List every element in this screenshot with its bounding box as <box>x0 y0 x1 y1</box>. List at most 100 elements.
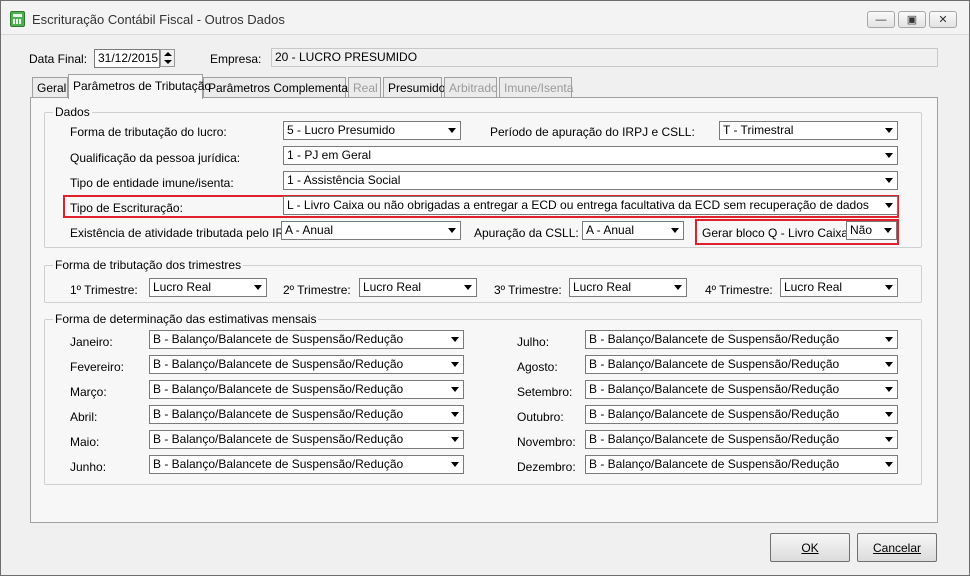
dropdown-arrow-icon <box>881 331 897 348</box>
month-label-abril: Abril: <box>70 410 98 424</box>
tab-label: Geral <box>37 81 67 95</box>
month-select-agosto[interactable]: B - Balanço/Balancete de Suspensão/Reduç… <box>585 355 898 374</box>
tab-arbitrado: Arbitrado <box>444 77 498 98</box>
month-select-janeiro[interactable]: B - Balanço/Balancete de Suspensão/Reduç… <box>149 330 464 349</box>
month-select-abril[interactable]: B - Balanço/Balancete de Suspensão/Reduç… <box>149 405 464 424</box>
month-value: B - Balanço/Balancete de Suspensão/Reduç… <box>589 332 840 346</box>
tab-presumido[interactable]: Presumido <box>383 77 446 98</box>
minimize-button[interactable]: — <box>867 11 895 28</box>
qualificacao-value: 1 - PJ em Geral <box>287 148 372 162</box>
dados-group-title: Dados <box>53 105 92 119</box>
tab-label: Imune/Isenta <box>504 81 574 95</box>
tab-label: Parâmetros Complementares <box>208 81 365 95</box>
month-select-setembro[interactable]: B - Balanço/Balancete de Suspensão/Reduç… <box>585 380 898 399</box>
month-label-junho: Junho: <box>70 460 107 474</box>
trimestre-2-value: Lucro Real <box>363 280 422 294</box>
month-select-novembro[interactable]: B - Balanço/Balancete de Suspensão/Reduç… <box>585 430 898 449</box>
month-select-junho[interactable]: B - Balanço/Balancete de Suspensão/Reduç… <box>149 455 464 474</box>
month-value: B - Balanço/Balancete de Suspensão/Reduç… <box>153 457 404 471</box>
cancel-button[interactable]: Cancelar <box>857 533 937 562</box>
forma-tributacao-select[interactable]: 5 - Lucro Presumido <box>283 121 461 140</box>
month-value: B - Balanço/Balancete de Suspensão/Reduç… <box>153 332 404 346</box>
date-field[interactable]: 31/12/2015 <box>94 49 160 68</box>
month-label-novembro: Novembro: <box>517 435 576 449</box>
date-spinner[interactable] <box>160 49 175 67</box>
qualificacao-select[interactable]: 1 - PJ em Geral <box>283 146 898 165</box>
tipo-entidade-value: 1 - Assistência Social <box>287 173 401 187</box>
dropdown-arrow-icon <box>881 122 897 139</box>
month-select-julho[interactable]: B - Balanço/Balancete de Suspensão/Reduç… <box>585 330 898 349</box>
month-value: B - Balanço/Balancete de Suspensão/Reduç… <box>153 432 404 446</box>
dropdown-arrow-icon <box>447 431 463 448</box>
trimestre-4-select[interactable]: Lucro Real <box>780 278 898 297</box>
dropdown-arrow-icon <box>447 456 463 473</box>
maximize-icon: ▣ <box>906 14 918 26</box>
forma-tributacao-value: 5 - Lucro Presumido <box>287 123 396 137</box>
dropdown-arrow-icon <box>670 279 686 296</box>
apuracao-csll-select[interactable]: A - Anual <box>582 221 684 240</box>
month-value: B - Balanço/Balancete de Suspensão/Reduç… <box>153 382 404 396</box>
month-value: B - Balanço/Balancete de Suspensão/Reduç… <box>153 357 404 371</box>
company-label: Empresa: <box>210 52 262 66</box>
periodo-apuracao-select[interactable]: T - Trimestral <box>719 121 898 140</box>
dropdown-arrow-icon <box>447 331 463 348</box>
spin-down-icon <box>164 60 172 64</box>
date-label: Data Final: <box>29 52 88 66</box>
month-value: B - Balanço/Balancete de Suspensão/Reduç… <box>589 407 840 421</box>
trimestre-3-value: Lucro Real <box>573 280 632 294</box>
bloco-q-select[interactable]: Não <box>846 221 897 240</box>
estimativas-group-title: Forma de determinação das estimativas me… <box>53 312 319 326</box>
tipo-entidade-label: Tipo de entidade imune/isenta: <box>70 176 234 190</box>
trimestre-3-select[interactable]: Lucro Real <box>569 278 687 297</box>
dropdown-arrow-icon <box>880 222 896 239</box>
month-label-outubro: Outubro: <box>517 410 564 424</box>
tab-geral[interactable]: Geral <box>32 77 68 98</box>
tab-label: Arbitrado <box>449 81 498 95</box>
month-label-fevereiro: Fevereiro: <box>70 360 125 374</box>
trimestre-1-label: 1º Trimestre: <box>70 283 138 297</box>
date-value: 31/12/2015 <box>98 51 159 65</box>
tab-label: Real <box>353 81 378 95</box>
trimestre-1-select[interactable]: Lucro Real <box>149 278 267 297</box>
tipo-entidade-select[interactable]: 1 - Assistência Social <box>283 171 898 190</box>
dropdown-arrow-icon <box>881 456 897 473</box>
window: Escrituração Contábil Fiscal - Outros Da… <box>0 0 970 576</box>
dropdown-arrow-icon <box>447 406 463 423</box>
month-select-fevereiro[interactable]: B - Balanço/Balancete de Suspensão/Reduç… <box>149 355 464 374</box>
ok-button[interactable]: OK <box>770 533 850 562</box>
dropdown-arrow-icon <box>881 279 897 296</box>
month-label-setembro: Setembro: <box>517 385 573 399</box>
close-button[interactable]: ✕ <box>929 11 957 28</box>
trimestre-2-select[interactable]: Lucro Real <box>359 278 477 297</box>
month-label-julho: Julho: <box>517 335 550 349</box>
month-label-janeiro: Janeiro: <box>70 335 113 349</box>
month-label-marco: Março: <box>70 385 107 399</box>
existencia-atividade-select[interactable]: A - Anual <box>281 221 461 240</box>
dropdown-arrow-icon <box>667 222 683 239</box>
tipo-escrituracao-select[interactable]: L - Livro Caixa ou não obrigadas a entre… <box>283 196 898 215</box>
dropdown-arrow-icon <box>444 122 460 139</box>
month-select-dezembro[interactable]: B - Balanço/Balancete de Suspensão/Reduç… <box>585 455 898 474</box>
company-value: 20 - LUCRO PRESUMIDO <box>275 50 418 64</box>
trimestre-4-value: Lucro Real <box>784 280 843 294</box>
tab-parametros-complementares[interactable]: Parâmetros Complementares <box>203 77 365 98</box>
dropdown-arrow-icon <box>881 356 897 373</box>
dropdown-arrow-icon <box>881 172 897 189</box>
month-value: B - Balanço/Balancete de Suspensão/Reduç… <box>589 457 840 471</box>
tab-parametros-tributacao[interactable]: Parâmetros de Tributação <box>68 74 211 99</box>
dropdown-arrow-icon <box>447 356 463 373</box>
existencia-atividade-value: A - Anual <box>285 223 334 237</box>
month-value: B - Balanço/Balancete de Suspensão/Reduç… <box>589 382 840 396</box>
month-select-outubro[interactable]: B - Balanço/Balancete de Suspensão/Reduç… <box>585 405 898 424</box>
trimestres-group-title: Forma de tributação dos trimestres <box>53 258 244 272</box>
maximize-button[interactable]: ▣ <box>898 11 926 28</box>
title-bar: Escrituração Contábil Fiscal - Outros Da… <box>1 1 969 35</box>
tab-label: Presumido <box>388 81 446 95</box>
tipo-escrituracao-label: Tipo de Escrituração: <box>70 201 183 215</box>
dropdown-arrow-icon <box>447 381 463 398</box>
month-select-maio[interactable]: B - Balanço/Balancete de Suspensão/Reduç… <box>149 430 464 449</box>
bloco-q-label: Gerar bloco Q - Livro Caixa: <box>702 226 852 240</box>
tipo-escrituracao-value: L - Livro Caixa ou não obrigadas a entre… <box>287 198 869 212</box>
trimestre-2-label: 2º Trimestre: <box>283 283 351 297</box>
month-select-marco[interactable]: B - Balanço/Balancete de Suspensão/Reduç… <box>149 380 464 399</box>
